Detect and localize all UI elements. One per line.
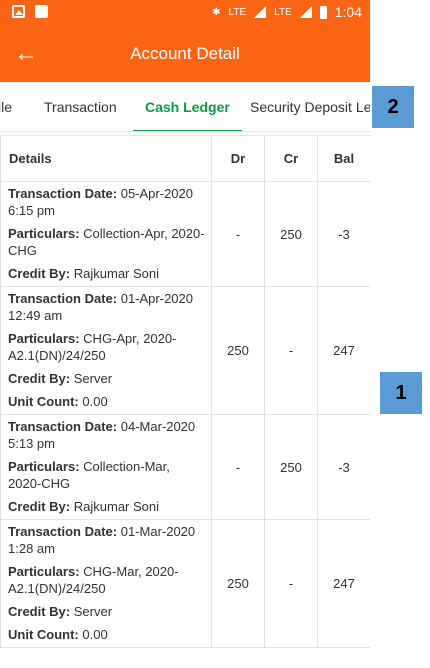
- page-title: Account Detail: [130, 44, 240, 63]
- dr-value: -: [211, 414, 265, 520]
- bal-value: 247: [317, 519, 370, 648]
- credit-by: Rajkumar Soni: [73, 499, 160, 514]
- column-header-details: Details: [0, 135, 212, 182]
- status-time: 1:04: [334, 4, 362, 20]
- dr-value: -: [211, 181, 265, 287]
- app-bar: ← Account Detail: [0, 25, 370, 82]
- tab-transaction[interactable]: Transaction: [44, 82, 117, 131]
- credit-by: Server: [73, 604, 113, 619]
- phone-screen: ✱ LTE LTE 1:04 ← Account Detail ile Tran…: [0, 0, 370, 668]
- bluetooth-icon: ✱: [212, 6, 221, 18]
- row-details: Transaction Date: 01-Apr-2020 12:49 am P…: [0, 286, 212, 415]
- row-details: Transaction Date: 01-Mar-2020 1:28 am Pa…: [0, 519, 212, 648]
- tab-profile[interactable]: ile: [0, 82, 12, 131]
- tab-cash-ledger-label: Cash Ledger: [145, 99, 230, 115]
- unit-count: 0.00: [82, 394, 108, 409]
- network-label: LTE: [228, 6, 247, 18]
- bal-value: 247: [317, 286, 370, 415]
- dr-value: 250: [211, 286, 265, 415]
- network-label-2: LTE: [274, 6, 292, 18]
- table-row[interactable]: Transaction Date: 05-Apr-2020 6:15 pm Pa…: [0, 181, 370, 287]
- column-header-cr: Cr: [264, 135, 318, 182]
- bal-value: -3: [317, 181, 370, 287]
- credit-by: Server: [73, 371, 113, 386]
- callout-1: 1: [380, 372, 422, 414]
- credit-by: Rajkumar Soni: [73, 266, 160, 281]
- active-tab-indicator: [133, 130, 242, 131]
- cr-value: 250: [264, 181, 318, 287]
- battery-icon: [319, 5, 327, 19]
- image-icon: [12, 5, 25, 18]
- table-row[interactable]: Transaction Date: 01-Apr-2020 12:49 am P…: [0, 286, 370, 415]
- table-row[interactable]: Transaction Date: 04-Mar-2020 5:13 pm Pa…: [0, 414, 370, 520]
- callout-2: 2: [372, 86, 414, 128]
- cr-value: -: [264, 519, 318, 648]
- ledger-table: Details Dr Cr Bal Transaction Date: 05-A…: [0, 135, 370, 648]
- tab-security-deposit[interactable]: Security Deposit Le: [250, 82, 370, 131]
- tab-cash-ledger[interactable]: Cash Ledger: [133, 82, 242, 131]
- phone-icon: [35, 5, 48, 18]
- row-details: Transaction Date: 04-Mar-2020 5:13 pm Pa…: [0, 414, 212, 520]
- table-header-row: Details Dr Cr Bal: [0, 135, 370, 182]
- cr-value: -: [264, 286, 318, 415]
- column-header-bal: Bal: [317, 135, 370, 182]
- signal-icon: [254, 6, 267, 18]
- bal-value: -3: [317, 414, 370, 520]
- unit-count: 0.00: [82, 627, 108, 642]
- cr-value: 250: [264, 414, 318, 520]
- column-header-dr: Dr: [211, 135, 265, 182]
- dr-value: 250: [211, 519, 265, 648]
- row-details: Transaction Date: 05-Apr-2020 6:15 pm Pa…: [0, 181, 212, 287]
- signal-icon-2: [299, 6, 312, 18]
- status-bar: ✱ LTE LTE 1:04: [0, 0, 370, 25]
- tab-bar: ile Transaction Cash Ledger Security Dep…: [0, 82, 370, 132]
- table-row[interactable]: Transaction Date: 01-Mar-2020 1:28 am Pa…: [0, 519, 370, 648]
